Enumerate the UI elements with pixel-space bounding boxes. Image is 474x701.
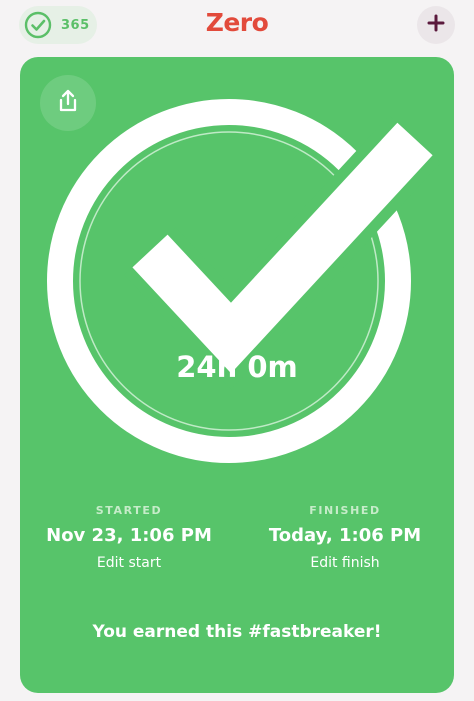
fast-duration: 24h 0m	[20, 350, 454, 384]
share-button[interactable]	[40, 75, 96, 131]
finished-value: Today, 1:06 PM	[268, 525, 422, 546]
add-button[interactable]	[417, 6, 455, 44]
fast-duration-text: 24h 0m	[176, 350, 298, 384]
edit-start-link[interactable]: Edit start	[29, 555, 229, 571]
plus-icon	[427, 14, 445, 36]
finished-label: FINISHED	[309, 504, 381, 517]
started-label: STARTED	[95, 504, 163, 517]
started-section: STARTED Nov 23, 1:06 PM Edit start	[29, 504, 229, 571]
app-title: Zero	[0, 8, 474, 37]
share-icon	[55, 88, 81, 118]
earned-badge-text: You earned this #fastbreaker!	[92, 622, 382, 642]
fast-result-card: 24h 0m STARTED Nov 23, 1:06 PM Edit star…	[20, 57, 454, 693]
started-value: Nov 23, 1:06 PM	[46, 525, 212, 546]
edit-finish-link[interactable]: Edit finish	[245, 555, 445, 571]
app-title-text: Zero	[205, 8, 269, 37]
finished-section: FINISHED Today, 1:06 PM Edit finish	[245, 504, 445, 571]
